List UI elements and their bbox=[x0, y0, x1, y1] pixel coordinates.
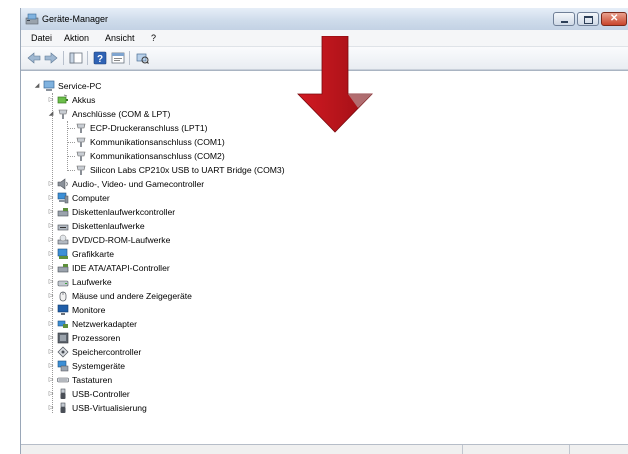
expand-arrow-icon[interactable]: ▷ bbox=[47, 191, 55, 205]
usb-icon bbox=[60, 388, 66, 399]
expand-arrow-icon[interactable]: ▷ bbox=[47, 345, 55, 359]
close-button[interactable] bbox=[601, 12, 627, 26]
tree-item-label: Diskettenlaufwerkcontroller bbox=[72, 207, 176, 217]
window-controls bbox=[551, 12, 627, 26]
computer-icon bbox=[57, 192, 69, 204]
computer-icon bbox=[43, 80, 55, 91]
graphics-card-icon bbox=[57, 248, 68, 259]
tree-connector bbox=[67, 170, 75, 171]
svg-text:?: ? bbox=[97, 54, 103, 65]
menu-datei[interactable]: Datei bbox=[31, 33, 52, 43]
mouse-icon bbox=[59, 291, 67, 302]
floppy-drive-icon bbox=[57, 224, 69, 231]
red-down-arrow-icon bbox=[297, 36, 373, 133]
expand-arrow-icon[interactable]: ▷ bbox=[47, 233, 55, 247]
tree-connector bbox=[67, 142, 75, 143]
floppy-controller-icon bbox=[57, 208, 69, 217]
collapse-arrow-icon[interactable]: ◢ bbox=[47, 107, 55, 121]
expand-arrow-icon[interactable]: ▷ bbox=[47, 205, 55, 219]
usb-icon bbox=[60, 402, 66, 413]
expand-arrow-icon[interactable]: ▷ bbox=[47, 275, 55, 289]
monitor-icon bbox=[57, 304, 69, 315]
port-icon bbox=[76, 137, 86, 147]
expand-arrow-icon[interactable]: ▷ bbox=[47, 93, 55, 107]
tree-item-label: Tastaturen bbox=[72, 375, 113, 385]
tree-item-label: Audio-, Video- und Gamecontroller bbox=[72, 179, 205, 189]
menu-ansicht[interactable]: Ansicht bbox=[105, 33, 135, 43]
tree-item-label: Speichercontroller bbox=[72, 347, 142, 357]
speaker-icon bbox=[57, 178, 68, 190]
minimize-button[interactable] bbox=[553, 12, 575, 26]
menu-help[interactable]: ? bbox=[151, 33, 156, 43]
expand-arrow-icon[interactable]: ▷ bbox=[47, 219, 55, 233]
keyboard-icon bbox=[57, 377, 69, 383]
expand-arrow-icon[interactable]: ▷ bbox=[47, 261, 55, 275]
expand-arrow-icon[interactable]: ▷ bbox=[47, 303, 55, 317]
tree-item-label: USB-Controller bbox=[72, 389, 130, 399]
expand-arrow-icon[interactable]: ▷ bbox=[47, 289, 55, 303]
port-icon bbox=[76, 123, 86, 133]
tree-item-label: Laufwerke bbox=[72, 277, 112, 287]
toolbar-separator bbox=[63, 51, 64, 65]
port-icon bbox=[76, 165, 86, 175]
tree-item-label: Kommunikationsanschluss (COM2) bbox=[90, 151, 225, 161]
expand-arrow-icon[interactable]: ▷ bbox=[47, 373, 55, 387]
toolbar-separator bbox=[129, 51, 130, 65]
help-icon[interactable]: ? bbox=[93, 51, 107, 65]
window-title: Geräte-Manager bbox=[42, 14, 109, 24]
tree-item-label: Mäuse und andere Zeigegeräte bbox=[72, 291, 192, 301]
status-bar-divider bbox=[462, 445, 463, 454]
expand-arrow-icon[interactable]: ▷ bbox=[47, 359, 55, 373]
tree-item-label: IDE ATA/ATAPI-Controller bbox=[72, 263, 170, 273]
expand-arrow-icon[interactable]: ▷ bbox=[47, 317, 55, 331]
port-icon bbox=[76, 151, 86, 161]
maximize-button[interactable] bbox=[577, 12, 599, 26]
menu-aktion[interactable]: Aktion bbox=[64, 33, 89, 43]
expand-arrow-icon[interactable]: ▷ bbox=[47, 177, 55, 191]
network-adapter-icon bbox=[57, 320, 68, 328]
tree-item-label: Monitore bbox=[72, 305, 106, 315]
collapse-arrow-icon[interactable]: ◢ bbox=[33, 79, 41, 93]
tree-item-label: Computer bbox=[72, 193, 110, 203]
ide-controller-icon bbox=[57, 264, 69, 273]
scan-hardware-icon[interactable] bbox=[135, 51, 149, 65]
status-bar bbox=[21, 444, 628, 454]
tree-item-label: ECP-Druckeranschluss (LPT1) bbox=[90, 123, 208, 133]
disk-drive-icon bbox=[57, 280, 69, 287]
show-hide-tree-icon[interactable] bbox=[69, 51, 83, 65]
expand-arrow-icon[interactable]: ▷ bbox=[47, 247, 55, 261]
device-manager-icon bbox=[25, 13, 39, 25]
system-devices-icon bbox=[57, 360, 69, 372]
properties-icon[interactable] bbox=[111, 51, 125, 65]
tree-item-label: Anschlüsse (COM & LPT) bbox=[72, 109, 171, 119]
forward-arrow-icon[interactable] bbox=[44, 51, 58, 65]
title-bar[interactable]: Geräte-Manager bbox=[21, 8, 628, 30]
toolbar-separator bbox=[87, 51, 88, 65]
processor-icon bbox=[57, 332, 69, 344]
tree-item-label: Kommunikationsanschluss (COM1) bbox=[90, 137, 225, 147]
tree-item-label: Akkus bbox=[72, 95, 96, 105]
expand-arrow-icon[interactable]: ▷ bbox=[47, 387, 55, 401]
tree-root-label: Service-PC bbox=[58, 81, 102, 91]
tree-item-label: Systemgeräte bbox=[72, 361, 126, 371]
tree-item-label: Netzwerkadapter bbox=[72, 319, 137, 329]
tree-item-label: Diskettenlaufwerke bbox=[72, 221, 145, 231]
storage-controller-icon bbox=[57, 346, 69, 358]
port-icon bbox=[58, 109, 68, 119]
tree-connector bbox=[67, 128, 75, 129]
expand-arrow-icon[interactable]: ▷ bbox=[47, 331, 55, 345]
tree-item-label: Silicon Labs CP210x USB to UART Bridge (… bbox=[90, 165, 285, 175]
battery-icon bbox=[57, 94, 68, 104]
tree-connector bbox=[67, 156, 75, 157]
tree-item-label: Grafikkarte bbox=[72, 249, 115, 259]
expand-arrow-icon[interactable]: ▷ bbox=[47, 401, 55, 415]
tree-item-label: Prozessoren bbox=[72, 333, 121, 343]
tree-item-label: DVD/CD-ROM-Laufwerke bbox=[72, 235, 171, 245]
status-bar-divider bbox=[569, 445, 570, 454]
tree-item-label: USB-Virtualisierung bbox=[72, 403, 147, 413]
back-arrow-icon[interactable] bbox=[27, 51, 41, 65]
optical-drive-icon bbox=[57, 234, 69, 245]
